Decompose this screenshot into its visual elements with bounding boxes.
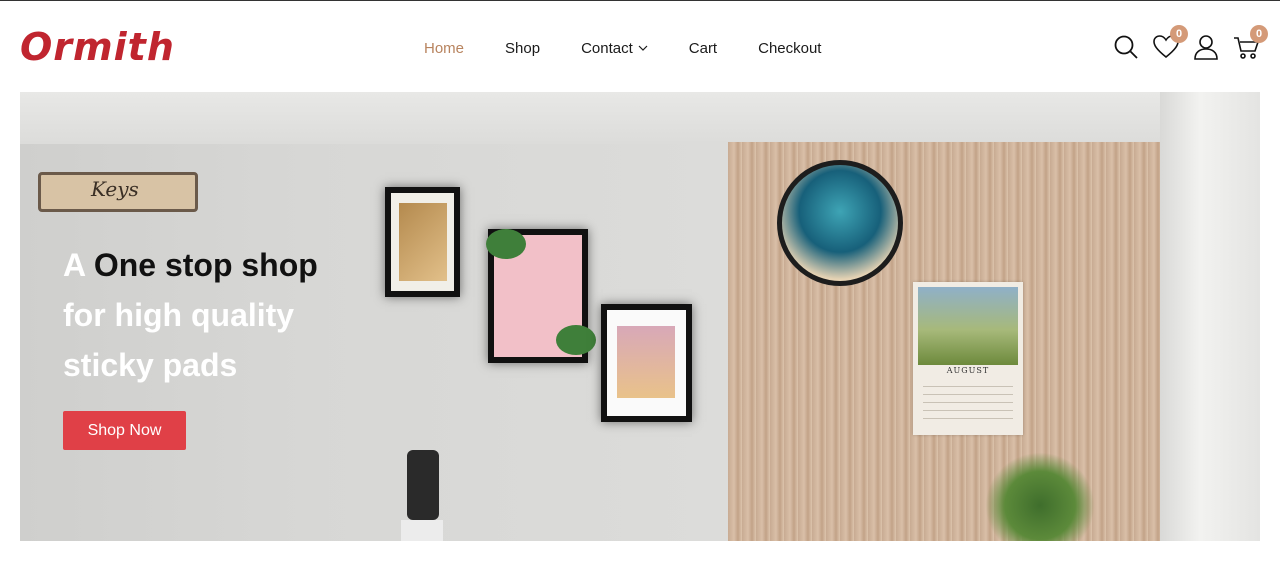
wall-clock-image xyxy=(777,160,903,286)
nav-shop[interactable]: Shop xyxy=(505,40,540,57)
hero-title-line2: for high quality xyxy=(63,297,295,333)
cart-count-badge: 0 xyxy=(1250,25,1268,43)
remote-stand xyxy=(401,520,443,541)
main-nav: Home Shop Contact Cart Checkout xyxy=(424,37,862,59)
wall-frame-eiffel xyxy=(601,304,692,422)
user-icon xyxy=(1194,35,1218,60)
nav-contact[interactable]: Contact xyxy=(581,40,648,57)
hero-ceiling xyxy=(20,92,1260,144)
wall-frame-abstract xyxy=(385,187,460,297)
wall-calendar-image: AUGUST xyxy=(913,282,1023,435)
frame-art xyxy=(617,326,675,398)
key-rack-image: Keys xyxy=(38,172,198,212)
calendar-month: AUGUST xyxy=(946,366,990,375)
header-icons: 0 0 xyxy=(1100,25,1268,65)
hero-banner: Keys AUGUST A One stop shop for high qua… xyxy=(20,92,1260,541)
nav-contact-label: Contact xyxy=(581,39,633,57)
wall-frame-good-vibes xyxy=(486,229,596,363)
account-button[interactable] xyxy=(1192,33,1220,61)
calendar-grid xyxy=(923,380,1013,426)
key-rack-text: Keys xyxy=(91,177,139,201)
chevron-down-icon xyxy=(638,45,648,51)
remote-image xyxy=(407,450,439,520)
frame-art xyxy=(399,203,447,281)
wishlist-count-badge: 0 xyxy=(1170,25,1188,43)
hero-window xyxy=(1160,92,1260,541)
nav-home[interactable]: Home xyxy=(424,40,464,57)
wishlist-button[interactable]: 0 xyxy=(1152,25,1188,61)
search-icon xyxy=(1114,35,1138,59)
shop-now-button[interactable]: Shop Now xyxy=(63,411,186,450)
calendar-photo xyxy=(918,287,1018,365)
search-button[interactable] xyxy=(1112,33,1140,61)
hero-title-part2: One stop shop xyxy=(93,247,318,283)
plant-image xyxy=(985,452,1095,541)
cart-button[interactable]: 0 xyxy=(1232,25,1268,61)
hero-title-line3: sticky pads xyxy=(63,347,238,383)
brand-logo[interactable]: Ormith xyxy=(20,23,175,71)
site-header: Ormith Home Shop Contact Cart Checkout 0… xyxy=(0,1,1280,92)
leaf-decoration xyxy=(486,229,526,259)
hero-title-part1: A xyxy=(63,247,85,283)
leaf-decoration xyxy=(556,325,596,355)
nav-cart[interactable]: Cart xyxy=(689,40,717,57)
nav-checkout[interactable]: Checkout xyxy=(758,40,821,57)
hero-title: A One stop shop for high quality sticky … xyxy=(63,240,383,390)
